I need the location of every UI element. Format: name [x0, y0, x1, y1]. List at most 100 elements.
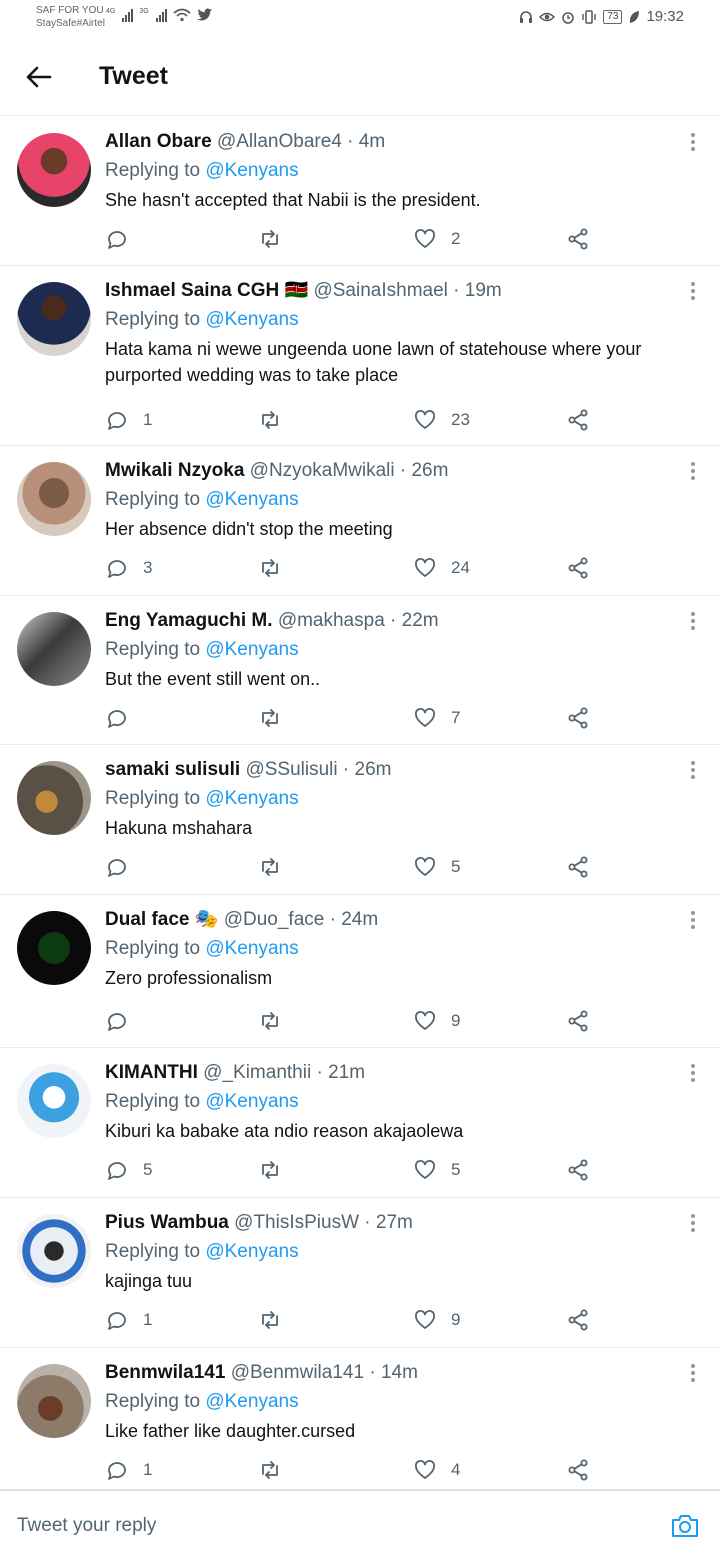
author-handle[interactable]: @SSulisuli — [245, 759, 337, 780]
author-name[interactable]: Ishmael Saina CGH — [105, 280, 279, 301]
reply-button[interactable] — [105, 853, 143, 881]
like-button[interactable]: 9 — [413, 1306, 460, 1334]
reply-button[interactable] — [105, 1007, 143, 1035]
more-options-icon[interactable] — [690, 1064, 696, 1084]
more-options-icon[interactable] — [690, 911, 696, 931]
retweet-button[interactable] — [258, 1306, 296, 1334]
like-button[interactable]: 5 — [413, 1156, 460, 1184]
like-button[interactable]: 2 — [413, 225, 460, 253]
time-value: 21m — [328, 1062, 366, 1083]
more-options-icon[interactable] — [690, 612, 696, 632]
like-button[interactable]: 4 — [413, 1456, 460, 1484]
reply-input[interactable] — [17, 1511, 577, 1541]
author-name[interactable]: Benmwila141 — [105, 1362, 225, 1383]
author-handle[interactable]: @SainaIshmael — [313, 280, 447, 301]
reply-button[interactable] — [105, 704, 143, 732]
more-options-icon[interactable] — [690, 1364, 696, 1384]
reply-tweet[interactable]: Mwikali Nzyoka @NzyokaMwikali · 26m Reply… — [0, 446, 720, 596]
reply-icon — [108, 1312, 126, 1330]
author-handle[interactable]: @Duo_face — [224, 909, 325, 930]
avatar[interactable] — [17, 761, 91, 835]
reply-tweet[interactable]: Dual face 🎭 @Duo_face · 24m Replying to @… — [0, 895, 720, 1048]
reply-button[interactable]: 1 — [105, 1456, 152, 1484]
reply-count: 5 — [143, 1160, 153, 1179]
reply-button[interactable]: 1 — [105, 406, 152, 434]
replying-to-link[interactable]: @Kenyans — [205, 160, 298, 181]
retweet-button[interactable] — [258, 1156, 296, 1184]
reply-tweet[interactable]: samaki sulisuli @SSulisuli · 26m Replying… — [0, 745, 720, 895]
replying-to-link[interactable]: @Kenyans — [205, 639, 298, 660]
avatar[interactable] — [17, 1064, 91, 1138]
author-handle[interactable]: @Benmwila141 — [231, 1362, 364, 1383]
replying-to-link[interactable]: @Kenyans — [205, 1091, 298, 1112]
retweet-button[interactable] — [258, 554, 296, 582]
author-name[interactable]: Dual face — [105, 909, 189, 930]
replying-to-link[interactable]: @Kenyans — [205, 1391, 298, 1412]
author-name[interactable]: Pius Wambua — [105, 1212, 229, 1233]
like-button[interactable]: 24 — [413, 554, 470, 582]
avatar[interactable] — [17, 1214, 91, 1288]
retweet-button[interactable] — [258, 853, 296, 881]
reply-button[interactable]: 3 — [105, 554, 152, 582]
retweet-button[interactable] — [258, 1456, 296, 1484]
share-button[interactable] — [566, 1306, 590, 1334]
more-options-icon[interactable] — [690, 761, 696, 781]
reply-button[interactable] — [105, 225, 143, 253]
avatar[interactable] — [17, 1364, 91, 1438]
retweet-button[interactable] — [258, 225, 296, 253]
share-button[interactable] — [566, 1456, 590, 1484]
like-button[interactable]: 9 — [413, 1007, 460, 1035]
author-handle[interactable]: @_Kimanthii — [203, 1062, 311, 1083]
more-options-icon[interactable] — [690, 133, 696, 153]
author-name[interactable]: Mwikali Nzyoka — [105, 460, 244, 481]
avatar[interactable] — [17, 612, 91, 686]
retweet-button[interactable] — [258, 406, 296, 434]
author-handle[interactable]: @AllanObare4 — [217, 131, 342, 152]
avatar[interactable] — [17, 282, 91, 356]
tweet-header: Eng Yamaguchi M. @makhaspa · 22m — [105, 608, 680, 634]
author-handle[interactable]: @NzyokaMwikali — [250, 460, 395, 481]
reply-tweet[interactable]: Allan Obare @AllanObare4 · 4m Replying to… — [0, 117, 720, 266]
like-button[interactable]: 5 — [413, 853, 460, 881]
like-button[interactable]: 23 — [413, 406, 470, 434]
reply-tweet[interactable]: Benmwila141 @Benmwila141 · 14m Replying t… — [0, 1348, 720, 1490]
author-handle[interactable]: @ThisIsPiusW — [234, 1212, 359, 1233]
replying-to-link[interactable]: @Kenyans — [205, 788, 298, 809]
reply-tweet[interactable]: Ishmael Saina CGH 🇰🇪 @SainaIshmael · 19m… — [0, 266, 720, 446]
back-arrow-icon[interactable] — [24, 62, 54, 92]
avatar[interactable] — [17, 133, 91, 207]
reply-button[interactable]: 1 — [105, 1306, 152, 1334]
author-name[interactable]: samaki sulisuli — [105, 759, 240, 780]
author-handle[interactable]: @makhaspa — [278, 610, 385, 631]
replying-to-link[interactable]: @Kenyans — [205, 1241, 298, 1262]
reply-button[interactable]: 5 — [105, 1156, 152, 1184]
more-options-icon[interactable] — [690, 1214, 696, 1234]
avatar[interactable] — [17, 462, 91, 536]
retweet-button[interactable] — [258, 704, 296, 732]
more-options-icon[interactable] — [690, 282, 696, 302]
share-button[interactable] — [566, 554, 590, 582]
author-name[interactable]: Allan Obare — [105, 131, 212, 152]
retweet-button[interactable] — [258, 1007, 296, 1035]
share-button[interactable] — [566, 406, 590, 434]
reply-tweet[interactable]: Eng Yamaguchi M. @makhaspa · 22m Replying… — [0, 596, 720, 745]
signal-bars-icon — [122, 8, 134, 22]
share-button[interactable] — [566, 853, 590, 881]
camera-icon[interactable] — [670, 1511, 700, 1541]
replying-to-link[interactable]: @Kenyans — [205, 489, 298, 510]
leaf-icon — [630, 10, 640, 23]
avatar[interactable] — [17, 911, 91, 985]
share-button[interactable] — [566, 704, 590, 732]
more-options-icon[interactable] — [690, 462, 696, 482]
reply-tweet[interactable]: Pius Wambua @ThisIsPiusW · 27m Replying t… — [0, 1198, 720, 1348]
like-button[interactable]: 7 — [413, 704, 460, 732]
author-name[interactable]: Eng Yamaguchi M. — [105, 610, 273, 631]
share-button[interactable] — [566, 225, 590, 253]
share-icon — [568, 1459, 588, 1481]
share-button[interactable] — [566, 1156, 590, 1184]
author-name[interactable]: KIMANTHI — [105, 1062, 198, 1083]
reply-tweet[interactable]: KIMANTHI @_Kimanthii · 21m Replying to @K… — [0, 1048, 720, 1198]
replying-to-link[interactable]: @Kenyans — [205, 938, 298, 959]
share-button[interactable] — [566, 1007, 590, 1035]
replying-to-link[interactable]: @Kenyans — [205, 309, 298, 330]
